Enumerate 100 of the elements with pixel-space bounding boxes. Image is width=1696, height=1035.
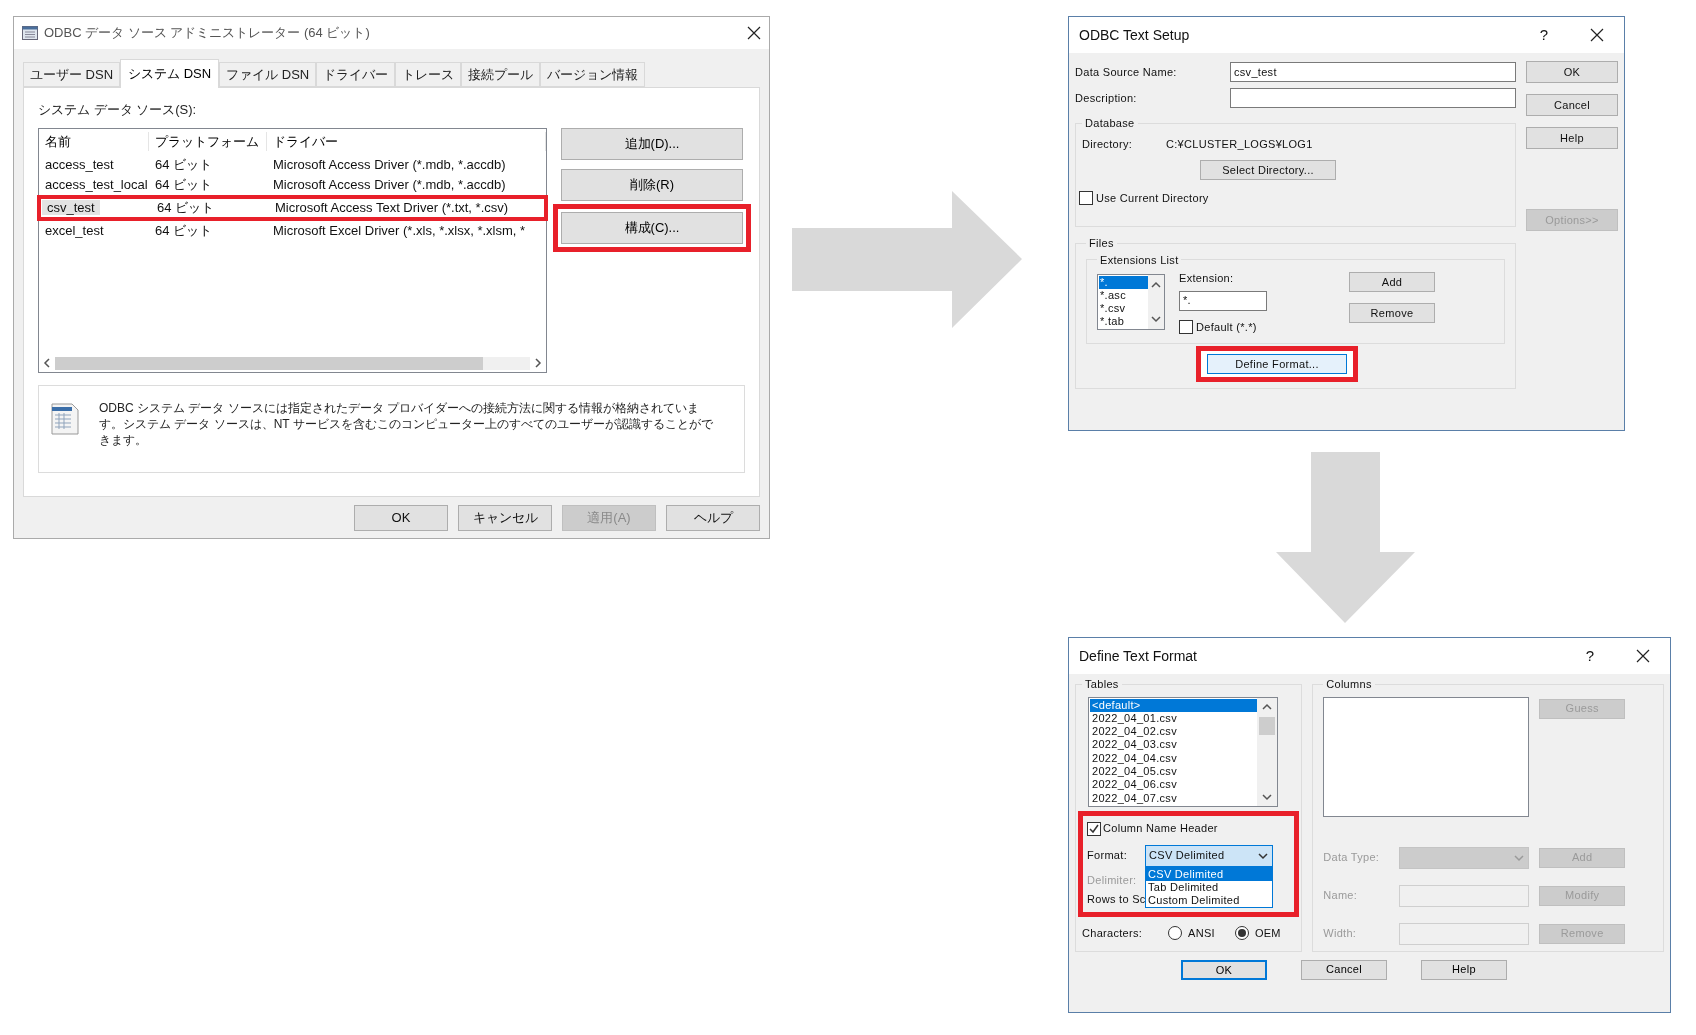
table-cell-text: 64 ビット [154, 221, 214, 240]
field-label: Extension: [1179, 271, 1235, 286]
scroll-down-icon [1150, 313, 1162, 325]
button[interactable]: Remove [1349, 303, 1435, 323]
list-item[interactable]: 2022_04_03.csv [1090, 738, 1257, 752]
scrollbar-thumb[interactable] [1259, 716, 1275, 735]
tab[interactable]: システム DSN [120, 59, 220, 88]
table-cell-text: excel_test [44, 222, 105, 238]
radio-label: ANSI [1188, 925, 1215, 941]
group-label: Database [1084, 116, 1136, 131]
checkbox[interactable] [1079, 191, 1093, 206]
radio-button[interactable] [1234, 925, 1249, 940]
list-item[interactable]: 2022_04_07.csv [1090, 791, 1257, 805]
table-cell-text: Microsoft Access Text Driver (*.txt, *.csv) [274, 198, 510, 217]
list-item[interactable]: *. [1099, 276, 1148, 289]
button[interactable]: 構成(C)... [561, 211, 743, 244]
menu-item[interactable]: Custom Delimited [1146, 893, 1272, 907]
scroll-right-icon [532, 357, 544, 369]
button[interactable]: OK [1526, 61, 1618, 83]
button[interactable]: キャンセル [458, 505, 552, 531]
tab[interactable]: ユーザー DSN [23, 62, 121, 87]
input-field[interactable] [1230, 88, 1516, 108]
group-label: Extensions List [1099, 252, 1180, 268]
button[interactable]: 追加(D)... [561, 127, 743, 160]
button[interactable]: OK [1181, 959, 1267, 980]
button[interactable]: Define Format... [1207, 354, 1347, 374]
checkbox-label: Default (*.*) [1196, 319, 1257, 335]
table-cell-text: Microsoft Excel Driver (*.xls, *.xlsx, *.xlsm, * [272, 221, 527, 240]
window-title: ODBC Text Setup [1079, 25, 1190, 45]
field-label: Data Source Name: [1075, 64, 1177, 80]
column-header[interactable]: 名前 [39, 131, 149, 152]
list-item[interactable]: 2022_04_05.csv [1090, 765, 1257, 779]
radio-label: OEM [1254, 925, 1281, 941]
list-label: システム データ ソース(S): [38, 101, 198, 119]
tab[interactable]: ドライバー [316, 62, 396, 87]
field-label: Characters: [1082, 925, 1144, 941]
field-label: Directory: [1082, 136, 1134, 152]
column-header[interactable]: プラットフォーム [149, 131, 267, 152]
window-title: Define Text Format [1079, 646, 1197, 666]
button[interactable]: Select Directory... [1200, 160, 1336, 180]
dropdown-field[interactable] [1399, 846, 1530, 869]
checkbox[interactable] [1087, 821, 1101, 836]
table-cell: csv_test [42, 199, 100, 215]
menu-item[interactable]: CSV Delimited [1146, 867, 1272, 881]
button[interactable]: Cancel [1526, 94, 1618, 116]
button[interactable]: Cancel [1301, 959, 1387, 980]
field-label: Delimiter: [1087, 873, 1137, 889]
list-item[interactable]: *.tab [1099, 315, 1148, 328]
table-cell-text: access_test [44, 156, 115, 172]
list-item[interactable]: 2022_04_04.csv [1090, 751, 1257, 765]
tab[interactable]: トレース [395, 62, 462, 87]
button[interactable]: Add [1349, 272, 1435, 292]
help-button[interactable]: ? [1539, 23, 1548, 47]
tab[interactable]: バージョン情報 [540, 62, 646, 87]
close-icon [1636, 649, 1650, 663]
checkbox-label: Use Current Directory [1096, 191, 1209, 206]
table-cell-text: 64 ビット [154, 155, 214, 174]
field-label: Data Type: [1323, 850, 1381, 866]
info-text: ODBC システム データ ソースには指定されたデータ プロバイダーへの接続方法に関する情報が格納されています。システム データ ソースは、NT サービスを含むこのコンピューター上のすべてのユーザーが認識することができます。 [99, 399, 714, 449]
field-label: Name: [1323, 888, 1359, 904]
table-cell-text: Microsoft Access Driver (*.mdb, *.accdb) [272, 175, 507, 194]
table-cell-text: access_test_local [44, 176, 149, 192]
group-label: Tables [1084, 677, 1120, 692]
list-item[interactable]: 2022_04_02.csv [1090, 725, 1257, 739]
checkbox[interactable] [1179, 319, 1193, 334]
field-label: Rows to Sc [1087, 892, 1146, 908]
button[interactable]: ヘルプ [666, 505, 760, 531]
column-header[interactable]: ドライバー [267, 131, 546, 152]
group-label: Files [1088, 236, 1115, 251]
field-label: Description: [1075, 90, 1137, 106]
table-cell-text: 64 ビット [156, 198, 216, 217]
window-icon [22, 26, 38, 40]
input-field[interactable]: *. [1179, 290, 1267, 311]
close-icon [747, 26, 761, 40]
list-item[interactable]: 2022_04_01.csv [1090, 711, 1257, 726]
list-item[interactable]: 2022_04_06.csv [1090, 778, 1257, 792]
input-field[interactable]: csv_test [1230, 62, 1516, 82]
format-dropdown[interactable]: CSV Delimited [1145, 844, 1273, 867]
radio-button[interactable] [1168, 925, 1182, 940]
button[interactable]: 削除(R) [561, 168, 743, 201]
group-label: Columns [1325, 677, 1373, 692]
list-item[interactable]: *.csv [1099, 302, 1148, 315]
window-title: ODBC データ ソース アドミニストレーター (64 ビット) [44, 24, 370, 43]
help-button[interactable]: ? [1585, 644, 1594, 668]
tab[interactable]: 接続プール [461, 62, 541, 87]
table-cell-text: 64 ビット [154, 175, 214, 194]
list-item[interactable]: *.asc [1099, 289, 1148, 302]
button[interactable]: Help [1421, 959, 1507, 980]
button[interactable]: OK [354, 505, 448, 531]
table-cell-text: Microsoft Access Driver (*.mdb, *.accdb) [272, 155, 507, 174]
directory-path: C:¥CLUSTER_LOGS¥LOG1 [1166, 136, 1313, 152]
menu-item[interactable]: Tab Delimited [1146, 880, 1272, 894]
scrollbar-thumb[interactable] [55, 356, 483, 370]
field-label: Format: [1087, 848, 1128, 864]
list-item[interactable]: <default> [1090, 698, 1257, 712]
tab[interactable]: ファイル DSN [219, 62, 317, 87]
field-label: Width: [1323, 926, 1358, 942]
button[interactable]: Help [1526, 127, 1618, 149]
checkbox-label: Column Name Header [1103, 821, 1218, 837]
close-icon [1590, 28, 1604, 42]
